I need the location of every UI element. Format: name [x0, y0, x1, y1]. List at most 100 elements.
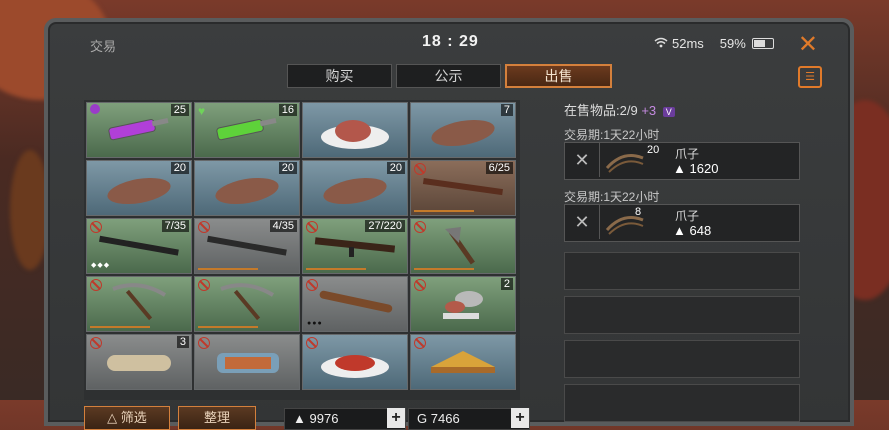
sardine-tin-icon — [217, 353, 279, 373]
inventory-slot[interactable]: 27/220 — [302, 218, 408, 274]
empty-sale-slot — [564, 340, 800, 378]
inventory-slot[interactable] — [194, 276, 300, 332]
gold-bar-icon: ▲ — [293, 411, 306, 426]
sale-listing[interactable]: ✕ 20 爪子 ▲ 1620 — [564, 142, 800, 180]
raw-meat-icon — [215, 177, 279, 205]
shotgun-icon — [207, 235, 287, 256]
listing-period: 交易期:1天22小时 — [564, 190, 660, 204]
durability-bar — [306, 268, 366, 270]
inventory-slot[interactable] — [194, 334, 300, 390]
inventory-slot[interactable] — [302, 334, 408, 390]
quality-stars: ●●● — [307, 320, 323, 327]
listing-price: ▲ 1620 — [673, 161, 719, 176]
durability-bar — [198, 326, 258, 328]
tab-sell[interactable]: 出售 — [505, 64, 612, 88]
item-count: 7 — [500, 104, 513, 116]
cancel-listing-button[interactable]: ✕ — [565, 205, 600, 239]
tab-buy[interactable]: 购买 — [287, 64, 392, 88]
coin-amount: 7466 — [430, 411, 460, 426]
panel-title: 交易 — [90, 39, 117, 54]
raw-meat-icon — [323, 177, 387, 205]
purple-syringe-icon — [108, 118, 169, 141]
close-icon[interactable]: ✕ — [798, 30, 818, 59]
rifle-icon — [99, 235, 179, 256]
sandwich-icon — [431, 351, 495, 373]
inventory-slot[interactable]: ●●● — [302, 276, 408, 332]
sale-listing[interactable]: ✕ 8 爪子 ▲ 648 — [564, 204, 800, 242]
inventory-slot[interactable]: ♥ 16 — [194, 102, 300, 158]
inventory-slot[interactable]: 20 — [194, 160, 300, 216]
wifi-icon — [654, 36, 668, 51]
battery-icon — [751, 38, 774, 49]
claw-icon — [605, 154, 644, 173]
vip-icon: V — [662, 107, 675, 117]
no-sell-icon — [198, 279, 210, 291]
listing-period: 交易期:1天22小时 — [564, 128, 660, 142]
durability-bar — [198, 268, 258, 270]
item-count: 27/220 — [365, 220, 405, 232]
item-count: 2 — [500, 278, 513, 290]
inventory-slot[interactable] — [410, 334, 516, 390]
add-coin-button[interactable]: + — [511, 408, 529, 428]
empty-sale-slot — [564, 296, 800, 334]
listing-name: 爪子 — [675, 209, 700, 223]
canned-food-icon — [443, 291, 483, 319]
tab-bar: 购买 公示 出售 — [287, 64, 612, 88]
status-bar: 52ms 59% — [654, 36, 774, 51]
listing-qty: 20 — [647, 144, 660, 156]
durability-bar — [90, 326, 150, 328]
no-sell-icon — [414, 163, 426, 175]
currency-gold: ▲ 9976 + — [284, 408, 406, 430]
sale-panel: 在售物品:2/9 +3 V 交易期:1天22小时 ✕ 20 爪子 ▲ 1620 … — [560, 100, 802, 422]
battery-value: 59% — [719, 36, 746, 51]
inventory-slot[interactable] — [302, 102, 408, 158]
clock: 18 : 29 — [422, 33, 479, 50]
gold-bar-icon: ▲ — [673, 161, 686, 176]
on-sale-label: 在售物品:2/9 — [564, 103, 638, 118]
inventory-grid: 25 ♥ 16 7 20 20 20 6/25 7/35 ◆◆◆ 4/35 27… — [84, 100, 520, 400]
no-sell-icon — [90, 279, 102, 291]
inventory-slot[interactable] — [410, 218, 516, 274]
inventory-slot[interactable]: 2 — [410, 276, 516, 332]
salad-dish-icon — [321, 355, 389, 378]
tab-notice[interactable]: 公示 — [396, 64, 501, 88]
inventory-slot[interactable]: 6/25 — [410, 160, 516, 216]
no-sell-icon — [414, 221, 426, 233]
inventory-slot[interactable] — [86, 276, 192, 332]
gold-amount: 9976 — [309, 411, 339, 426]
inventory-slot[interactable]: 25 — [86, 102, 192, 158]
listing-name: 爪子 — [675, 147, 700, 161]
clipboard-icon[interactable]: ☰ — [798, 66, 822, 88]
raw-meat-icon — [431, 119, 495, 147]
filter-button[interactable]: △ 筛选 — [84, 406, 170, 430]
inventory-slot[interactable]: 3 — [86, 334, 192, 390]
durability-bar — [414, 210, 474, 212]
inventory-slot[interactable]: 4/35 — [194, 218, 300, 274]
item-count: 7/35 — [161, 220, 189, 232]
add-gold-button[interactable]: + — [387, 408, 405, 428]
pickaxe-icon — [112, 283, 167, 321]
empty-sale-slot — [564, 384, 800, 422]
extra-slots: +3 — [641, 103, 657, 118]
no-sell-icon — [198, 221, 210, 233]
skull-icon — [90, 104, 100, 114]
filter-label: 筛选 — [120, 410, 147, 425]
currency-coin: G 7466 + — [408, 408, 530, 430]
pickaxe-icon — [220, 283, 275, 321]
inventory-slot[interactable]: 7/35 ◆◆◆ — [86, 218, 192, 274]
quality-stars: ◆◆◆ — [91, 262, 111, 269]
spiked-bat-icon — [319, 290, 393, 313]
inventory-slot[interactable]: 20 — [86, 160, 192, 216]
item-count: 6/25 — [485, 162, 513, 174]
inventory-slot[interactable]: 7 — [410, 102, 516, 158]
coin-icon: G — [417, 411, 428, 426]
empty-sale-slot — [564, 252, 800, 290]
cloth-roll-icon — [107, 355, 171, 371]
inventory-slot[interactable]: 20 — [302, 160, 408, 216]
on-sale-count: 在售物品:2/9 +3 V — [564, 100, 675, 119]
sort-button[interactable]: 整理 — [178, 406, 256, 430]
trade-panel: 交易 18 : 29 52ms 59% ✕ ☰ 购买 公示 出售 25 ♥ 16 — [44, 18, 854, 430]
raw-meat-icon — [107, 177, 171, 205]
cancel-listing-button[interactable]: ✕ — [565, 143, 600, 177]
heart-icon: ♥ — [198, 104, 206, 118]
